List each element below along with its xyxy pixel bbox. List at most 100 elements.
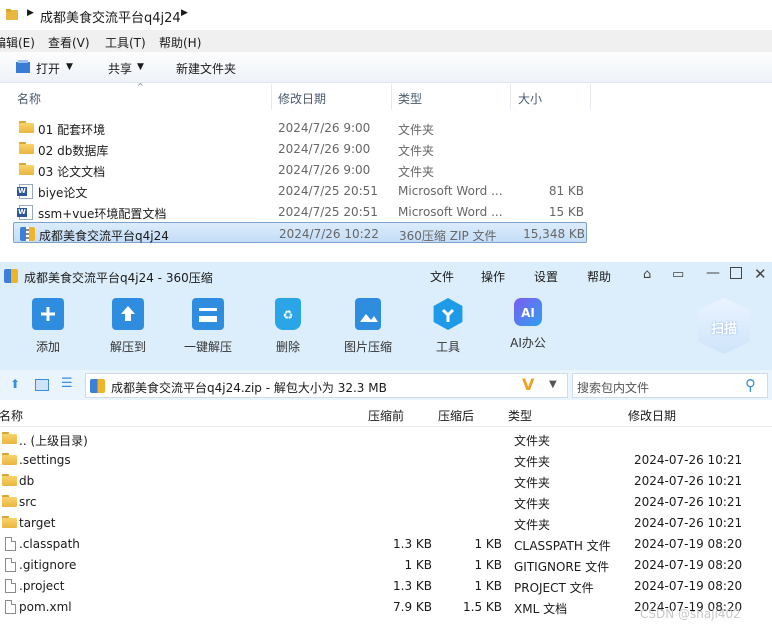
folder-icon <box>19 163 34 175</box>
chevron-down-icon[interactable]: ▼ <box>137 62 144 72</box>
file-row[interactable]: 02 db数据库 2024/7/26 9:00 文件夹 <box>0 138 600 159</box>
entry-type: 文件夹 <box>514 518 551 532</box>
archive-row[interactable]: .project 1.3 KB 1 KB PROJECT 文件 2024-07-19 0… <box>0 575 772 596</box>
close-icon[interactable]: ✕ <box>754 265 767 283</box>
archive-row[interactable]: db 文件夹 2024-07-26 10:21 <box>0 470 772 491</box>
column-date[interactable]: 修改日期 <box>628 407 676 424</box>
column-type[interactable]: 类型 <box>398 90 422 107</box>
column-after[interactable]: 压缩后 <box>438 407 474 424</box>
file-type: Microsoft Word ... <box>398 184 503 198</box>
entry-size-before: 1.3 KB <box>393 579 432 593</box>
menu-operate[interactable]: 操作 <box>481 268 505 285</box>
archive-row[interactable]: .classpath 1.3 KB 1 KB CLASSPATH 文件 2024-07-… <box>0 533 772 554</box>
chevron-down-icon[interactable]: ▼ <box>66 62 73 72</box>
entry-name: .classpath <box>19 537 80 551</box>
tools-button[interactable]: 工具 <box>413 298 483 355</box>
column-name[interactable]: 名称 <box>0 407 23 424</box>
watermark: CSDN @shaji402 <box>640 607 741 621</box>
archive-row[interactable]: target 文件夹 2024-07-26 10:21 <box>0 512 772 533</box>
chevron-right-icon[interactable]: ▶ <box>27 8 34 18</box>
entry-name: .gitignore <box>19 558 77 572</box>
menu-settings[interactable]: 设置 <box>534 268 558 285</box>
recycle-bin-icon: ♻ <box>275 298 301 330</box>
one-click-extract-icon <box>192 298 224 330</box>
entry-date: 2024-07-26 10:21 <box>634 474 743 488</box>
menu-edit[interactable]: 编辑(E) <box>0 34 35 51</box>
breadcrumb[interactable]: 成都美食交流平台q4j24 <box>40 7 181 26</box>
column-before[interactable]: 压缩前 <box>368 407 404 424</box>
one-click-extract-button[interactable]: 一键解压 <box>173 298 243 355</box>
column-date[interactable]: 修改日期 <box>278 90 326 107</box>
list-view-icon[interactable]: ☰ <box>61 376 73 391</box>
entry-size-before: 1 KB <box>404 558 432 572</box>
entry-type: CLASSPATH 文件 <box>514 539 611 553</box>
menu-tools[interactable]: 工具(T) <box>105 34 146 51</box>
file-name: 03 论文文档 <box>38 165 106 179</box>
entry-type: 文件夹 <box>514 455 551 469</box>
extract-to-button[interactable]: 解压到 <box>93 298 163 355</box>
explorer-address-bar[interactable]: ▶ 成都美食交流平台q4j24 ▶ <box>0 0 772 31</box>
maximize-icon[interactable] <box>730 267 742 279</box>
entry-size-before: 7.9 KB <box>393 600 432 614</box>
menu-view[interactable]: 查看(V) <box>48 34 90 51</box>
thumbnail-view-icon[interactable] <box>35 379 49 391</box>
open-icon <box>16 60 30 73</box>
column-size[interactable]: 大小 <box>518 90 542 107</box>
delete-button[interactable]: ♻ 删除 <box>253 298 323 355</box>
share-button[interactable]: 共享 <box>108 60 132 77</box>
file-date: 2024/7/26 10:22 <box>279 227 379 241</box>
image-compress-button[interactable]: 图片压缩 <box>333 298 403 355</box>
new-folder-button[interactable]: 新建文件夹 <box>176 60 236 77</box>
scan-button[interactable]: 扫描 <box>698 298 750 354</box>
file-row[interactable]: 03 论文文档 2024/7/26 9:00 文件夹 <box>0 159 600 180</box>
archive-path-field[interactable]: 成都美食交流平台q4j24.zip - 解包大小为 32.3 MB V ▼ <box>85 373 568 398</box>
menu-help[interactable]: 帮助(H) <box>159 34 201 51</box>
file-name: 成都美食交流平台q4j24 <box>39 229 169 243</box>
entry-name: .. (上级目录) <box>19 434 88 448</box>
extract-icon <box>112 298 144 330</box>
chevron-down-icon[interactable]: ▼ <box>549 379 557 390</box>
menu-file[interactable]: 文件 <box>430 268 454 285</box>
skin-icon[interactable]: ⌂ <box>643 267 651 282</box>
chevron-right-icon[interactable]: ▶ <box>181 8 188 18</box>
column-name[interactable]: 名称 <box>17 90 41 107</box>
explorer-menu-bar: 编辑(E) 查看(V) 工具(T) 帮助(H) <box>0 30 772 52</box>
archive-row[interactable]: .gitignore 1 KB 1 KB GITIGNORE 文件 2024-07-19… <box>0 554 772 575</box>
file-row[interactable]: biye论文 2024/7/25 20:51 Microsoft Word ... 8… <box>0 180 600 201</box>
file-type: 文件夹 <box>398 165 435 179</box>
entry-date: 2024-07-19 08:20 <box>634 537 743 551</box>
file-date: 2024/7/26 9:00 <box>278 142 371 156</box>
archive-row[interactable]: .. (上级目录) 文件夹 <box>0 428 772 449</box>
ai-office-button[interactable]: AI AI办公 <box>493 298 563 351</box>
zip-app-icon <box>4 269 18 283</box>
column-type[interactable]: 类型 <box>508 407 532 424</box>
folder-icon <box>19 142 34 154</box>
up-arrow-icon[interactable]: ⬆ <box>10 377 20 391</box>
file-date: 2024/7/26 9:00 <box>278 121 371 135</box>
file-name: 01 配套环境 <box>38 123 106 137</box>
minimize-icon[interactable]: — <box>706 265 720 281</box>
file-row[interactable]: 01 配套环境 2024/7/26 9:00 文件夹 <box>0 117 600 138</box>
search-icon[interactable]: ⚲ <box>745 376 756 394</box>
search-input[interactable]: 搜索包内文件 ⚲ <box>572 373 768 398</box>
add-button[interactable]: 添加 <box>13 298 83 355</box>
file-type: 文件夹 <box>398 123 435 137</box>
archive-row[interactable]: .settings 文件夹 2024-07-26 10:21 <box>0 449 772 470</box>
search-placeholder: 搜索包内文件 <box>577 381 650 395</box>
folder-icon <box>2 516 17 528</box>
entry-name: .settings <box>19 453 71 467</box>
file-row[interactable]: 成都美食交流平台q4j24 2024/7/26 10:22 360压缩 ZIP 文件… <box>13 222 587 243</box>
window-title: 成都美食交流平台q4j24 - 360压缩 <box>24 271 213 285</box>
file-date: 2024/7/25 20:51 <box>278 205 378 219</box>
explorer-file-list: 01 配套环境 2024/7/26 9:00 文件夹 02 db数据库 2024/7/2… <box>0 117 772 257</box>
feedback-icon[interactable]: ▭ <box>672 267 684 282</box>
entry-name: target <box>19 516 56 530</box>
zip-archive-icon <box>20 227 35 241</box>
menu-help[interactable]: 帮助 <box>587 268 611 285</box>
open-button[interactable]: 打开 <box>36 60 60 77</box>
archive-row[interactable]: src 文件夹 2024-07-26 10:21 <box>0 491 772 512</box>
file-row[interactable]: ssm+vue环境配置文档 2024/7/25 20:51 Microsoft Wo… <box>0 201 600 222</box>
file-icon <box>5 537 16 551</box>
sort-ascending-icon: ^ <box>137 82 144 91</box>
file-name: 02 db数据库 <box>38 144 109 158</box>
